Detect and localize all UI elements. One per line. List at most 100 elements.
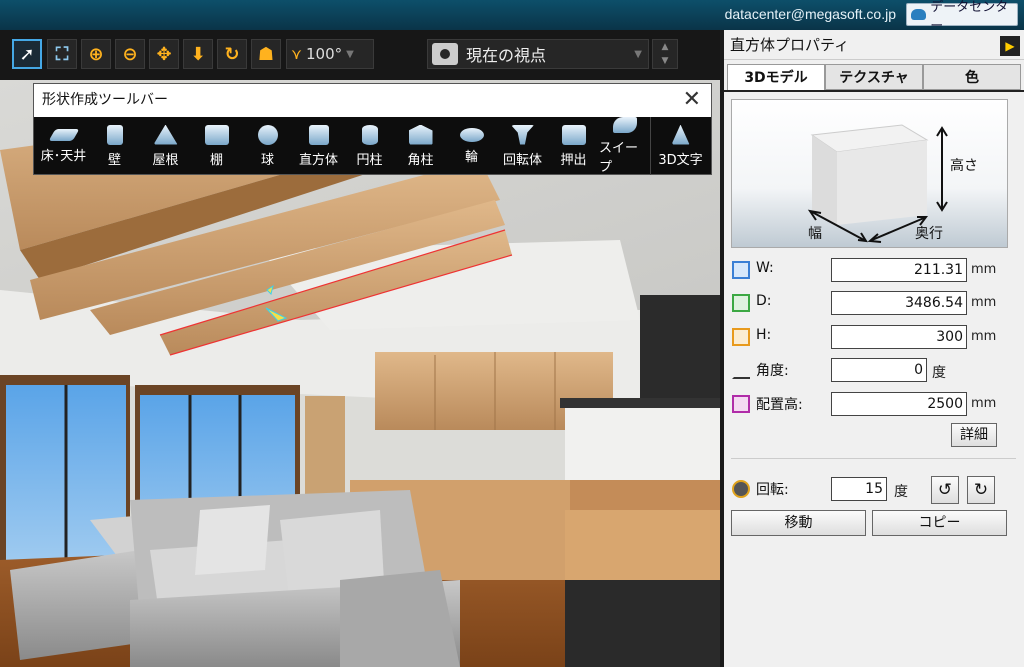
shape-sweep-button[interactable]: スイープ (599, 117, 650, 175)
depth-field[interactable]: 3486.54 (831, 291, 967, 315)
prism-icon (408, 124, 433, 145)
datacenter-button[interactable]: データセンター (906, 0, 1018, 34)
rotate-ccw-icon: ↺ (937, 480, 953, 500)
rotate-cw-button[interactable]: ↻ (967, 476, 995, 504)
panel-header: 直方体プロパティ ▶ (724, 30, 1024, 60)
rotation-label: 回転: (756, 482, 789, 498)
shape-label: 床･天井 (40, 148, 87, 164)
shape-label: 棚 (209, 152, 223, 168)
prop-label: W: (756, 260, 774, 276)
viewpoint-select[interactable]: 現在の視点 ▼ (427, 39, 649, 69)
orbit-icon[interactable]: ↻ (217, 39, 247, 69)
width-icon (732, 261, 750, 279)
camera-icon (432, 43, 458, 65)
shape-prism-button[interactable]: 角柱 (395, 117, 446, 175)
tab-texture[interactable]: テクスチャ (825, 64, 923, 90)
elevation-icon (732, 395, 750, 413)
close-icon[interactable]: ✕ (683, 84, 701, 115)
rotate-ccw-button[interactable]: ↺ (931, 476, 959, 504)
shape-label: 球 (260, 152, 274, 168)
rotation-unit: 度 (894, 484, 908, 500)
top-bar: datacenter@megasoft.co.jp データセンター (0, 0, 1024, 34)
angle-field[interactable]: 0 (831, 358, 927, 382)
rotate-cw-icon: ↻ (973, 480, 989, 500)
shape-torus-button[interactable]: 輪 (446, 117, 497, 175)
prop-label: 配置高: (756, 397, 803, 413)
collapse-panel-icon[interactable]: ▶ (1000, 36, 1020, 56)
cube-preview: 高さ 幅 奥行 (731, 99, 1008, 248)
chevron-down-icon: ▼ (634, 48, 642, 60)
rotate-icon (732, 480, 750, 498)
cube-diagram: 高さ 幅 奥行 (807, 124, 978, 243)
shape-sphere-button[interactable]: 球 (242, 117, 293, 175)
copy-button[interactable]: コピー (872, 510, 1007, 536)
shape-cube-button[interactable]: 直方体 (293, 117, 344, 175)
move-button[interactable]: 移動 (731, 510, 866, 536)
width-field[interactable]: 211.31 (831, 258, 967, 282)
divider (731, 458, 1016, 459)
shape-3d-text-button[interactable]: 3D文字 (650, 117, 710, 175)
view-toolbar: ➚ ⛶ ⊕ ⊖ ✥ ⬇ ↻ ☗ ⋎ 100° ▼ 現在の視点 ▼ ▲ ▼ (0, 30, 720, 80)
sweep-icon (612, 117, 637, 133)
shape-label: 押出 (560, 152, 587, 168)
panel-tabs: 3Dモデル テクスチャ 色 (724, 60, 1024, 92)
height-field[interactable]: 300 (831, 325, 967, 349)
shape-toolbar: 形状作成ツールバー ✕ 床･天井 壁 屋根 棚 球 直方体 円柱 角柱 輪 回転… (33, 83, 712, 175)
tab-3d-model[interactable]: 3Dモデル (727, 64, 825, 90)
account-email: datacenter@megasoft.co.jp (724, 6, 896, 22)
prop-unit: mm (971, 295, 997, 310)
shape-extrude-button[interactable]: 押出 (548, 117, 599, 175)
shape-cylinder-button[interactable]: 円柱 (344, 117, 395, 175)
shape-wall-button[interactable]: 壁 (89, 117, 140, 175)
elevation-field[interactable]: 2500 (831, 392, 967, 416)
shape-revolve-button[interactable]: 回転体 (497, 117, 548, 175)
prop-unit: 度 (932, 365, 946, 381)
wall-icon (106, 124, 123, 145)
angle-icon (732, 361, 750, 379)
cloud-icon (911, 9, 927, 20)
shape-label: 屋根 (152, 152, 179, 168)
viewpoint-spinner[interactable]: ▲ ▼ (652, 39, 678, 69)
prop-unit: mm (971, 329, 997, 344)
3d-text-icon (671, 124, 690, 145)
properties-panel: 直方体プロパティ ▶ 3Dモデル テクスチャ 色 高さ 幅 奥行 W: 211.… (724, 30, 1024, 667)
shape-roof-button[interactable]: 屋根 (140, 117, 191, 175)
shape-label: 3D文字 (658, 152, 703, 168)
panel-title: 直方体プロパティ (730, 36, 850, 54)
extrude-icon (561, 124, 586, 145)
datacenter-label: データセンター (930, 0, 1009, 34)
shape-shelf-button[interactable]: 棚 (191, 117, 242, 175)
zoom-in-icon[interactable]: ⊕ (81, 39, 111, 69)
fov-control[interactable]: ⋎ 100° ▼ (286, 39, 374, 69)
prop-row-elevation: 配置高: 2500 mm (732, 392, 1022, 416)
cube-icon (308, 124, 329, 145)
height-icon (732, 328, 750, 346)
detail-button[interactable]: 詳細 (951, 423, 997, 447)
shape-label: 直方体 (298, 152, 338, 168)
walk-icon[interactable]: ☗ (251, 39, 281, 69)
fit-view-icon[interactable]: ⛶ (47, 39, 77, 69)
fov-value: 100° (306, 45, 343, 63)
tab-color[interactable]: 色 (923, 64, 1021, 90)
prop-unit: mm (971, 262, 997, 277)
torus-icon (459, 127, 484, 142)
shelf-icon (204, 124, 229, 145)
pan-icon[interactable]: ✥ (149, 39, 179, 69)
move-down-icon[interactable]: ⬇ (183, 39, 213, 69)
roof-icon (153, 124, 178, 145)
prop-label: 角度: (756, 363, 789, 379)
floor-ceiling-icon (48, 128, 79, 141)
select-arrow-icon[interactable]: ➚ (12, 39, 42, 69)
prop-unit: mm (971, 396, 997, 411)
prop-row-angle: 角度: 0 度 (732, 358, 1022, 382)
shape-floor-ceiling-button[interactable]: 床･天井 (38, 117, 89, 175)
shape-toolbar-header[interactable]: 形状作成ツールバー ✕ (34, 84, 711, 117)
prop-label: D: (756, 293, 772, 309)
prop-label: H: (756, 327, 772, 343)
prop-row-depth: D: 3486.54 mm (732, 291, 1022, 315)
depth-icon (732, 294, 750, 312)
revolve-icon (510, 124, 535, 145)
shape-label: 壁 (107, 152, 121, 168)
rotation-field[interactable]: 15 (831, 477, 887, 501)
zoom-out-icon[interactable]: ⊖ (115, 39, 145, 69)
